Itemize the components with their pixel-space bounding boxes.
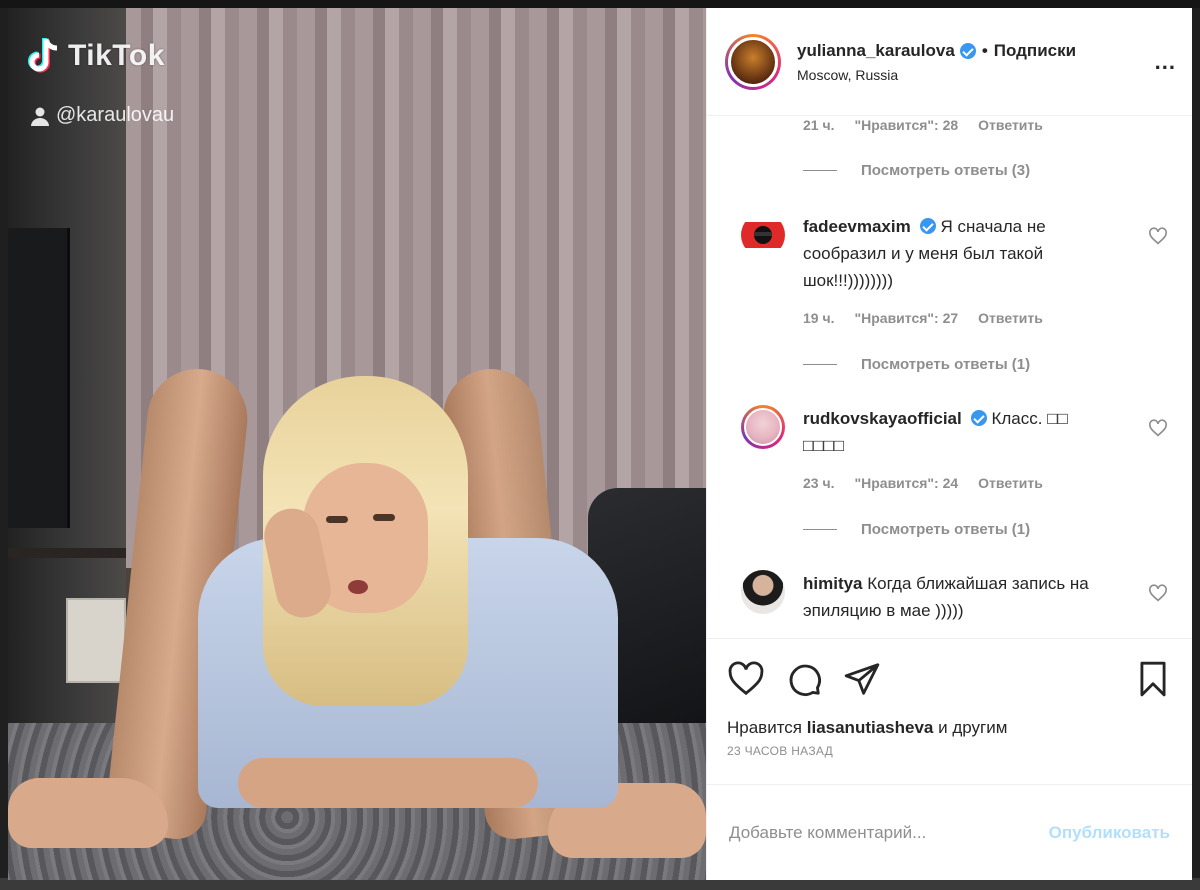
post-actions [707,638,1192,718]
commenter-avatar[interactable] [741,405,785,449]
arm [238,758,538,808]
view-replies-button[interactable]: Посмотреть ответы (3) [803,162,1176,179]
commenter-avatar[interactable] [741,570,785,614]
commenter-username[interactable]: himitya [803,574,863,593]
left-foot [8,778,168,848]
add-comment-bar: Опубликовать [707,784,1192,880]
user-icon [31,107,49,126]
background-thumbnails-top [0,0,1200,8]
commenter-avatar-image [754,226,772,244]
more-options-icon[interactable]: ... [1155,49,1176,75]
comment-body: fadeevmaxim Я сначала не сообразил и у м… [803,213,1103,294]
replies-line [803,529,837,530]
view-replies-label: Посмотреть ответы (3) [861,162,1031,179]
post-location[interactable]: Moscow, Russia [797,67,1155,83]
comments-list[interactable]: 21 ч. "Нравится": 28 Ответить Посмотреть… [707,116,1192,638]
comment-body: rudkovskayaofficial Класс. □□ □□□□ [803,405,1103,459]
like-heart-icon[interactable] [727,660,765,698]
commenter-username[interactable]: fadeevmaxim [803,217,911,236]
likes-summary: Нравится liasanutiasheva и другим [707,718,1192,738]
tiktok-handle: @karaulovau [30,104,174,127]
comment-item: rudkovskayaofficial Класс. □□ □□□□ [725,405,1176,459]
tiktok-watermark: TikTok [26,36,165,76]
verified-badge-icon [920,218,937,234]
replies-line [803,364,837,365]
tiktok-logo-icon [28,38,58,73]
likes-prefix: Нравится [727,718,803,737]
view-replies-button[interactable]: Посмотреть ответы (1) [803,521,1176,538]
right-eye [373,514,395,521]
comment-time: 19 ч. [803,310,835,326]
comment-meta: 23 ч. "Нравится": 24 Ответить [803,475,1176,491]
verified-badge-icon [959,42,976,59]
view-replies-label: Посмотреть ответы (1) [861,356,1031,373]
comment-likes[interactable]: "Нравится": 24 [854,475,958,491]
share-paper-plane-icon[interactable] [843,660,881,698]
comment-likes[interactable]: "Нравится": 27 [854,310,958,326]
author-line: yulianna_karaulova • Подписки [797,41,1155,61]
author-info: yulianna_karaulova • Подписки Moscow, Ru… [797,41,1155,83]
post-timestamp[interactable]: 23 ЧАСОВ НАЗАД [707,738,1192,758]
view-replies-label: Посмотреть ответы (1) [861,521,1031,538]
separator-dot: • [981,40,988,60]
comment-time: 23 ч. [803,475,835,491]
verified-badge-icon [971,410,988,426]
commenter-username[interactable]: rudkovskayaofficial [803,409,962,428]
comment-meta: 21 ч. "Нравится": 28 Ответить [803,117,1176,133]
post-header: yulianna_karaulova • Подписки Moscow, Ru… [707,8,1192,116]
reply-button[interactable]: Ответить [978,310,1043,326]
like-comment-heart-icon[interactable] [1148,227,1168,245]
comment-time: 21 ч. [803,117,835,133]
publish-button[interactable]: Опубликовать [1049,823,1170,843]
comment-likes[interactable]: "Нравится": 28 [854,117,958,133]
tv [8,228,70,528]
like-comment-heart-icon[interactable] [1148,584,1168,602]
post-side-panel: yulianna_karaulova • Подписки Moscow, Ru… [706,8,1192,880]
comment-input[interactable] [729,822,1049,843]
likes-suffix[interactable]: и другим [938,718,1007,737]
author-avatar[interactable] [725,33,781,90]
storage-box [66,598,126,683]
commenter-avatar[interactable] [741,213,785,257]
mouth [348,580,368,594]
tiktok-handle-text: @karaulovau [56,104,175,126]
view-replies-button[interactable]: Посмотреть ответы (1) [803,356,1176,373]
replies-line [803,170,837,171]
post-modal: TikTok @karaulovau yulianna_karaulova • … [8,8,1192,880]
reply-button[interactable]: Ответить [978,475,1043,491]
liked-by-user[interactable]: liasanutiasheva [807,718,934,737]
commenter-avatar-image [744,408,782,446]
post-video[interactable]: TikTok @karaulovau [8,8,706,880]
like-comment-heart-icon[interactable] [1148,419,1168,437]
following-button[interactable]: Подписки [994,41,1076,61]
left-eye [326,516,348,523]
tiktok-brand: TikTok [68,39,165,72]
comment-meta: 19 ч. "Нравится": 27 Ответить [803,310,1176,326]
shelf [8,548,126,558]
comment-body: himitya Когда ближайшая запись на эпиляц… [803,570,1098,624]
reply-button[interactable]: Ответить [978,117,1043,133]
comment-bubble-icon[interactable] [785,660,823,698]
comment-item: himitya Когда ближайшая запись на эпиляц… [725,570,1176,624]
author-avatar-image [728,36,778,87]
comment-item: fadeevmaxim Я сначала не сообразил и у м… [725,213,1176,294]
author-username[interactable]: yulianna_karaulova [797,41,955,61]
save-bookmark-icon[interactable] [1134,660,1172,698]
